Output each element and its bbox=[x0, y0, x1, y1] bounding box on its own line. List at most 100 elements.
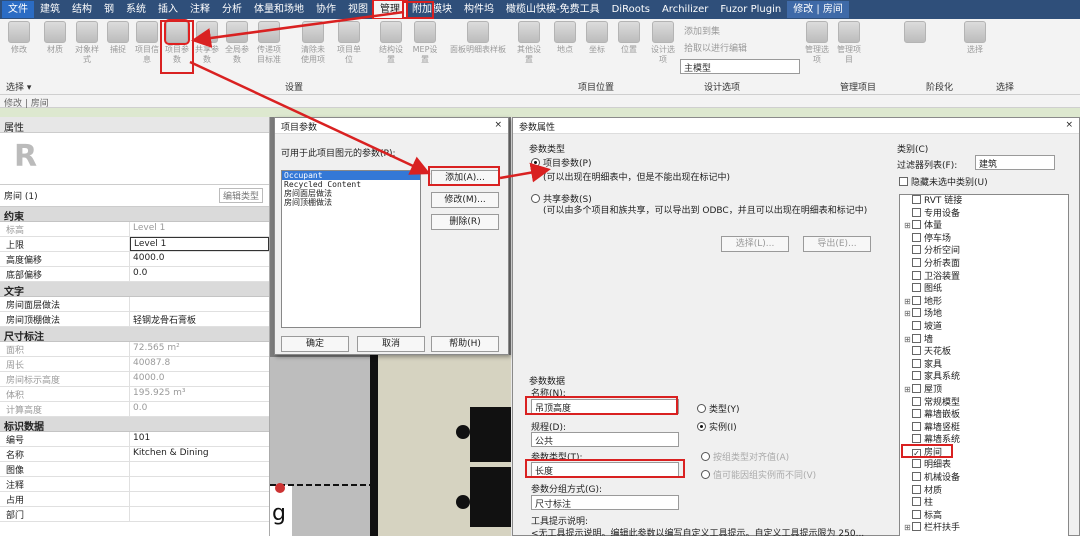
export-button[interactable]: 导出(E)... bbox=[803, 236, 871, 252]
category-item[interactable]: RVT 链接 bbox=[900, 195, 1068, 208]
hide-unchecked-checkbox[interactable]: 隐藏未选中类别(U) bbox=[899, 175, 988, 188]
parameter-type-select[interactable]: 长度 bbox=[531, 462, 679, 477]
project-units-button[interactable]: 项目单位 bbox=[334, 21, 364, 65]
checkbox-icon[interactable] bbox=[912, 257, 921, 267]
properties-section[interactable]: 标识数据 bbox=[0, 417, 269, 433]
category-item[interactable]: 分析表面 bbox=[900, 257, 1068, 271]
expand-icon[interactable]: ⊞ bbox=[904, 522, 912, 534]
parameters-list[interactable]: Occupant Recycled Content 房间面层做法 房间顶棚做法 bbox=[281, 170, 421, 328]
discipline-select[interactable]: 公共 bbox=[531, 432, 679, 447]
design-options-button[interactable]: 设计选项 bbox=[648, 21, 678, 65]
expand-icon[interactable]: ⊞ bbox=[904, 308, 912, 320]
checkbox-icon[interactable] bbox=[912, 232, 921, 242]
select-button[interactable]: 选择 bbox=[960, 21, 990, 55]
checkbox-icon[interactable] bbox=[912, 295, 921, 305]
type-radio[interactable]: 类型(Y) bbox=[697, 402, 740, 415]
instance-radio[interactable]: 实例(I) bbox=[697, 420, 737, 433]
category-item[interactable]: 柱 bbox=[900, 497, 1068, 510]
category-item[interactable]: 停车场 bbox=[900, 232, 1068, 246]
checkbox-icon[interactable] bbox=[912, 283, 921, 293]
checkbox-icon[interactable] bbox=[912, 421, 921, 431]
property-value[interactable] bbox=[130, 297, 269, 311]
checkbox-icon[interactable]: ✓ bbox=[912, 448, 921, 458]
structural-settings-button[interactable]: 结构设置 bbox=[376, 21, 406, 65]
checkbox-icon[interactable] bbox=[912, 459, 921, 469]
modify-parameter-button[interactable]: 修改(M)... bbox=[431, 192, 499, 208]
category-item[interactable]: 家具 bbox=[900, 358, 1068, 372]
parameter-name-input[interactable]: 吊顶高度 bbox=[531, 399, 679, 414]
purge-unused-button[interactable]: 清除未使用项 bbox=[298, 21, 328, 65]
category-item[interactable]: 常规模型 bbox=[900, 396, 1068, 410]
property-value[interactable] bbox=[130, 477, 269, 491]
materials-button[interactable]: 材质 bbox=[40, 21, 70, 55]
additional-settings-button[interactable]: 其他设置 bbox=[514, 21, 544, 65]
tooltip-description[interactable]: <无工具提示说明。编辑此参数以编写自定义工具提示。自定义工具提示限为 250..… bbox=[531, 526, 881, 536]
checkbox-icon[interactable] bbox=[912, 207, 921, 217]
pick-to-edit-button[interactable]: 拾取以进行编辑 bbox=[684, 41, 747, 54]
checkbox-icon[interactable] bbox=[912, 320, 921, 330]
checkbox-icon[interactable] bbox=[912, 371, 921, 381]
category-item[interactable]: 分析空间 bbox=[900, 245, 1068, 258]
modify-button[interactable]: 修改 bbox=[4, 21, 34, 55]
tab-olive-mountain[interactable]: 橄榄山快模-免费工具 bbox=[500, 1, 606, 18]
properties-section[interactable]: 约束 bbox=[0, 207, 269, 223]
category-item[interactable]: 材质 bbox=[900, 484, 1068, 498]
add-to-set-button[interactable]: 添加到集 bbox=[684, 24, 720, 37]
property-value[interactable] bbox=[130, 492, 269, 506]
category-item[interactable]: 幕墙嵌板 bbox=[900, 409, 1068, 422]
tab-file[interactable]: 文件 bbox=[2, 1, 34, 18]
checkbox-icon[interactable] bbox=[912, 522, 921, 532]
list-item[interactable]: Recycled Content bbox=[282, 180, 420, 189]
filter-list-select[interactable]: 建筑 bbox=[975, 155, 1055, 170]
checkbox-icon[interactable] bbox=[912, 383, 921, 393]
checkbox-icon[interactable] bbox=[912, 346, 921, 356]
cancel-button[interactable]: 取消 bbox=[357, 336, 425, 352]
expand-icon[interactable]: ⊞ bbox=[904, 384, 912, 396]
select-dropdown[interactable]: 选择 ▾ bbox=[6, 80, 31, 93]
checkbox-icon[interactable] bbox=[912, 308, 921, 318]
tab-addins[interactable]: 附加模块 bbox=[406, 1, 458, 18]
phases-button[interactable] bbox=[900, 21, 930, 45]
panel-schedule-templates-button[interactable]: 面板明细表样板 bbox=[448, 21, 508, 55]
tab-structure[interactable]: 结构 bbox=[66, 1, 98, 18]
category-item[interactable]: 卫浴装置 bbox=[900, 270, 1068, 284]
location-button[interactable]: 地点 bbox=[550, 21, 580, 55]
category-item[interactable]: ✓ 房间 bbox=[900, 447, 1068, 460]
category-item[interactable]: 幕墙系统 bbox=[900, 434, 1068, 447]
tab-systems[interactable]: 系统 bbox=[120, 1, 152, 18]
checkbox-icon[interactable] bbox=[912, 434, 921, 444]
expand-icon[interactable]: ⊞ bbox=[904, 334, 912, 346]
type-selector[interactable]: 房间 (1) bbox=[4, 189, 38, 202]
category-item[interactable]: ⊞ 地形 bbox=[900, 295, 1068, 309]
list-item[interactable]: 房间顶棚做法 bbox=[282, 198, 420, 207]
property-value[interactable] bbox=[130, 462, 269, 476]
list-item[interactable]: 房间面层做法 bbox=[282, 189, 420, 198]
tab-archilizer[interactable]: Archilizer bbox=[656, 1, 714, 18]
checkbox-icon[interactable] bbox=[912, 396, 921, 406]
checkbox-icon[interactable] bbox=[912, 509, 921, 519]
tab-massing-site[interactable]: 体量和场地 bbox=[248, 1, 310, 18]
properties-section[interactable]: 尺寸标注 bbox=[0, 327, 269, 343]
checkbox-icon[interactable] bbox=[912, 220, 921, 230]
category-item[interactable]: 天花板 bbox=[900, 346, 1068, 359]
property-value[interactable]: 4000.0 bbox=[130, 252, 269, 266]
object-styles-button[interactable]: 对象样式 bbox=[72, 21, 102, 65]
category-item[interactable]: ⊞ 栏杆扶手 bbox=[900, 522, 1068, 535]
category-item[interactable]: 明细表 bbox=[900, 459, 1068, 472]
category-item[interactable]: 坡道 bbox=[900, 320, 1068, 334]
tab-architecture[interactable]: 建筑 bbox=[34, 1, 66, 18]
checkbox-icon[interactable] bbox=[912, 472, 921, 482]
category-item[interactable]: 幕墙竖梃 bbox=[900, 421, 1068, 435]
tab-view[interactable]: 视图 bbox=[342, 1, 374, 18]
category-item[interactable]: ⊞ 场地 bbox=[900, 308, 1068, 321]
category-item[interactable]: 机械设备 bbox=[900, 472, 1068, 485]
property-value[interactable]: 0.0 bbox=[130, 267, 269, 281]
checkbox-icon[interactable] bbox=[912, 409, 921, 419]
edit-type-button[interactable]: 编辑类型 bbox=[218, 188, 263, 203]
manage-options-button[interactable]: 管理选项 bbox=[802, 21, 832, 65]
property-value[interactable]: 轻钢龙骨石膏板 bbox=[130, 312, 269, 326]
tab-manage[interactable]: 管理 bbox=[372, 0, 408, 20]
property-value[interactable] bbox=[130, 507, 269, 521]
tab-insert[interactable]: 插入 bbox=[152, 1, 184, 18]
tab-annotate[interactable]: 注释 bbox=[184, 1, 216, 18]
